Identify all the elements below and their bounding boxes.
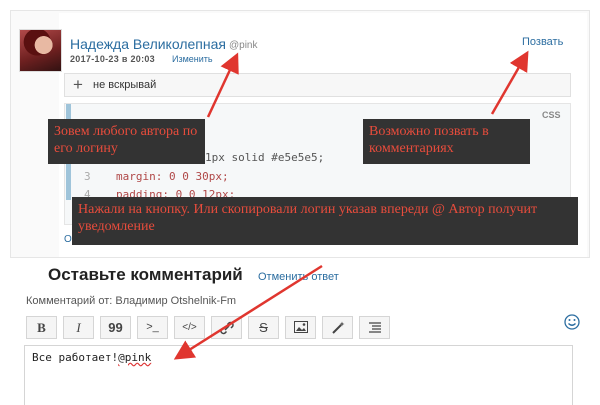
comment-author[interactable]: Надежда Великолепная — [70, 36, 226, 52]
italic-button[interactable]: I — [63, 316, 94, 339]
code-language: CSS — [542, 110, 561, 120]
image-icon — [293, 321, 308, 333]
code-prompt-button[interactable]: >_ — [137, 316, 168, 339]
editor-toolbar: B I 99 >_ </> S — [26, 316, 406, 340]
image-button[interactable] — [285, 316, 316, 339]
annotation-call-in-comments: Возможно позвать в комментариях — [363, 119, 530, 164]
comment-text: Все работает!@pink — [32, 351, 152, 364]
author-login: @pink — [229, 40, 258, 51]
html-code-button[interactable]: </> — [174, 316, 205, 339]
mention-login: @pink — [118, 351, 152, 364]
spoiler-toggle[interactable]: + не вскрывай — [64, 73, 571, 97]
magic-wand-icon — [331, 321, 344, 334]
annotation-call-by-login: Зовем любого автора по его логину — [48, 119, 205, 164]
plus-icon: + — [73, 75, 83, 94]
magic-button[interactable] — [322, 316, 353, 339]
form-title: Оставьте комментарий — [48, 265, 243, 284]
quote-button[interactable]: 99 — [100, 316, 131, 339]
comment-from-label: Комментарий от: Владимир Otshelnik-Fm — [26, 295, 237, 307]
link-button[interactable] — [211, 316, 242, 339]
call-author-link[interactable]: Позвать — [522, 36, 563, 48]
strike-button[interactable]: S — [248, 316, 279, 339]
annotation-notification: Нажали на кнопку. Или скопировали логин … — [72, 197, 578, 245]
smiley-icon[interactable] — [564, 314, 580, 330]
spoiler-title: не вскрывай — [93, 79, 157, 91]
text-lines-icon — [368, 322, 381, 333]
bold-button[interactable]: B — [26, 316, 57, 339]
code-line: margin: 0 0 30px; — [116, 170, 229, 183]
spoiler-button[interactable] — [359, 316, 390, 339]
code-line-number: 3 — [84, 170, 91, 183]
link-icon — [219, 321, 234, 335]
avatar[interactable] — [19, 29, 62, 72]
edit-link[interactable]: Изменить — [172, 54, 213, 64]
cancel-reply-link[interactable]: Отменить ответ — [258, 271, 339, 283]
comment-date: 2017-10-23 в 20:03 — [70, 54, 155, 64]
